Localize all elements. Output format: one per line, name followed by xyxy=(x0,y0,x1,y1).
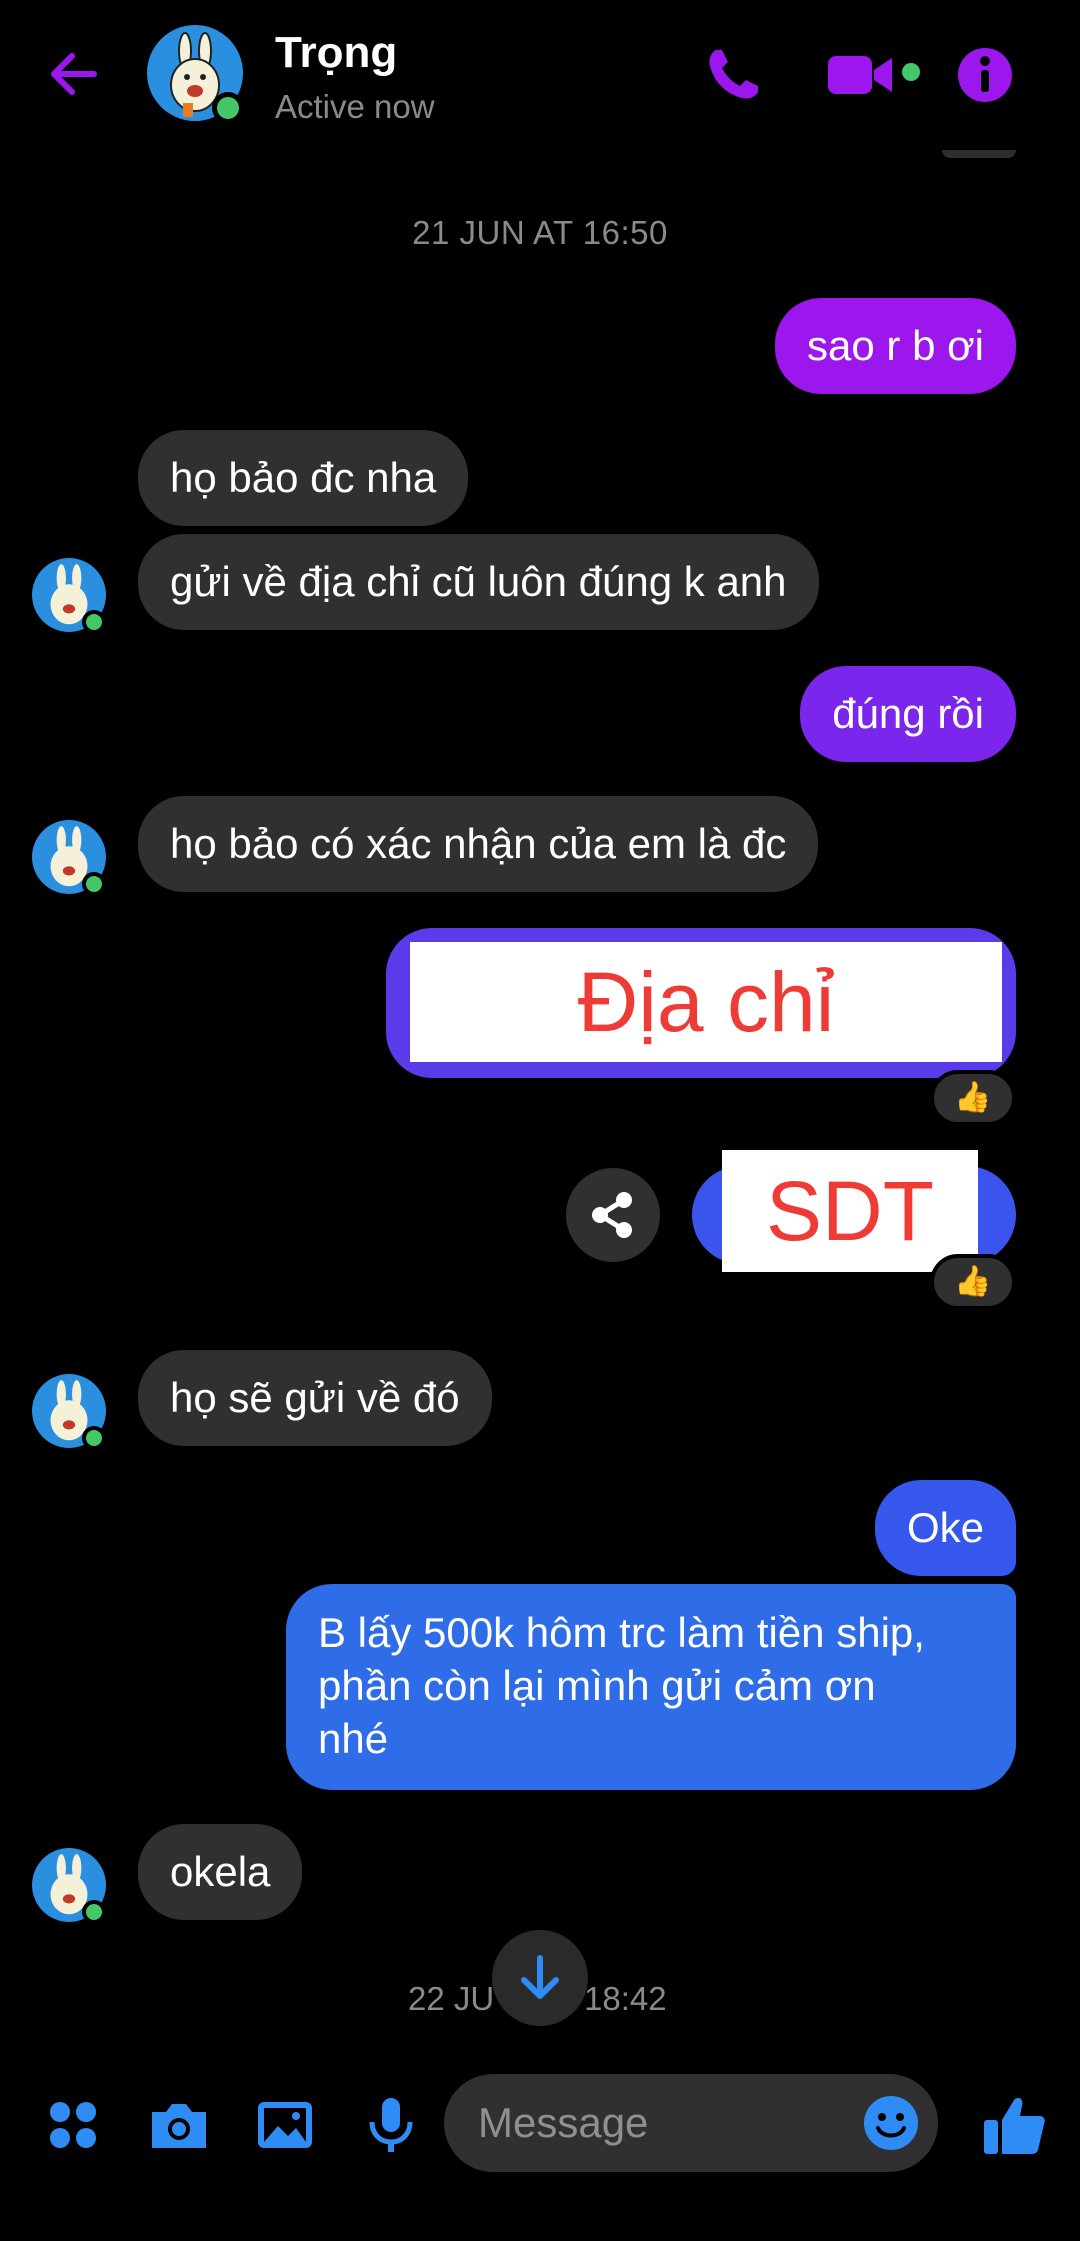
incoming-message[interactable]: họ bảo đc nha xyxy=(138,430,469,526)
active-status: Active now xyxy=(275,88,435,125)
video-active-dot xyxy=(902,63,920,81)
incoming-message[interactable]: gửi về địa chỉ cũ luôn đúng k anh xyxy=(138,534,819,630)
back-arrow-icon[interactable] xyxy=(42,42,106,106)
share-button[interactable] xyxy=(566,1168,660,1262)
date-separator-left: 22 JU xyxy=(408,1980,495,2017)
thumbs-up-icon[interactable] xyxy=(980,2090,1050,2160)
incoming-message[interactable]: họ sẽ gửi về đó xyxy=(138,1350,492,1446)
online-indicator xyxy=(212,92,244,124)
contact-name[interactable]: Trọng xyxy=(275,28,397,78)
message-input-field[interactable] xyxy=(444,2074,938,2172)
thumbs-up-reaction[interactable]: 👍 xyxy=(930,1254,1016,1310)
share-icon xyxy=(592,1192,632,1238)
message-composer xyxy=(0,2050,1080,2241)
message-line: nhé xyxy=(318,1715,389,1762)
emoji-icon[interactable] xyxy=(862,2094,920,2152)
date-separator-right: 18:42 xyxy=(584,1980,667,2017)
outgoing-message[interactable]: Oke xyxy=(874,1480,1016,1576)
incoming-message[interactable]: họ bảo có xác nhận của em là đc xyxy=(138,796,819,892)
camera-icon[interactable] xyxy=(146,2092,212,2158)
online-indicator xyxy=(82,872,106,896)
incoming-message[interactable]: okela xyxy=(138,1824,303,1920)
arrow-down-icon xyxy=(521,1955,559,1999)
online-indicator xyxy=(82,1426,106,1450)
message-input[interactable] xyxy=(478,2074,838,2172)
online-indicator xyxy=(82,1900,106,1924)
message-line: phần còn lại mình gửi cảm ơn xyxy=(318,1662,876,1709)
outgoing-message[interactable]: đúng rồi xyxy=(800,666,1016,762)
message-list[interactable]: 21 JUN AT 16:50 sao r b ơi họ bảo đc nha… xyxy=(0,150,1080,2050)
online-indicator xyxy=(82,610,106,634)
microphone-icon[interactable] xyxy=(358,2092,424,2158)
chat-header: Trọng Active now xyxy=(0,0,1080,150)
outgoing-message-multiline[interactable]: B lấy 500k hôm trc làm tiền ship, phần c… xyxy=(286,1584,1016,1790)
video-camera-icon[interactable] xyxy=(826,40,902,110)
outgoing-message[interactable]: sao r b ơi xyxy=(775,298,1016,394)
phone-icon[interactable] xyxy=(698,40,768,110)
previous-message-edge xyxy=(942,150,1016,158)
thumbs-up-reaction[interactable]: 👍 xyxy=(930,1070,1016,1126)
image-icon[interactable] xyxy=(252,2092,318,2158)
date-separator: 21 JUN AT 16:50 xyxy=(412,214,668,251)
redacted-phone-label: SDT xyxy=(722,1150,978,1272)
message-line: B lấy 500k hôm trc làm tiền ship, xyxy=(318,1609,925,1656)
info-icon[interactable] xyxy=(950,40,1020,110)
redacted-address-label: Địa chỉ xyxy=(410,942,1002,1062)
apps-grid-icon[interactable] xyxy=(40,2092,106,2158)
scroll-to-bottom-button[interactable] xyxy=(492,1930,588,2026)
